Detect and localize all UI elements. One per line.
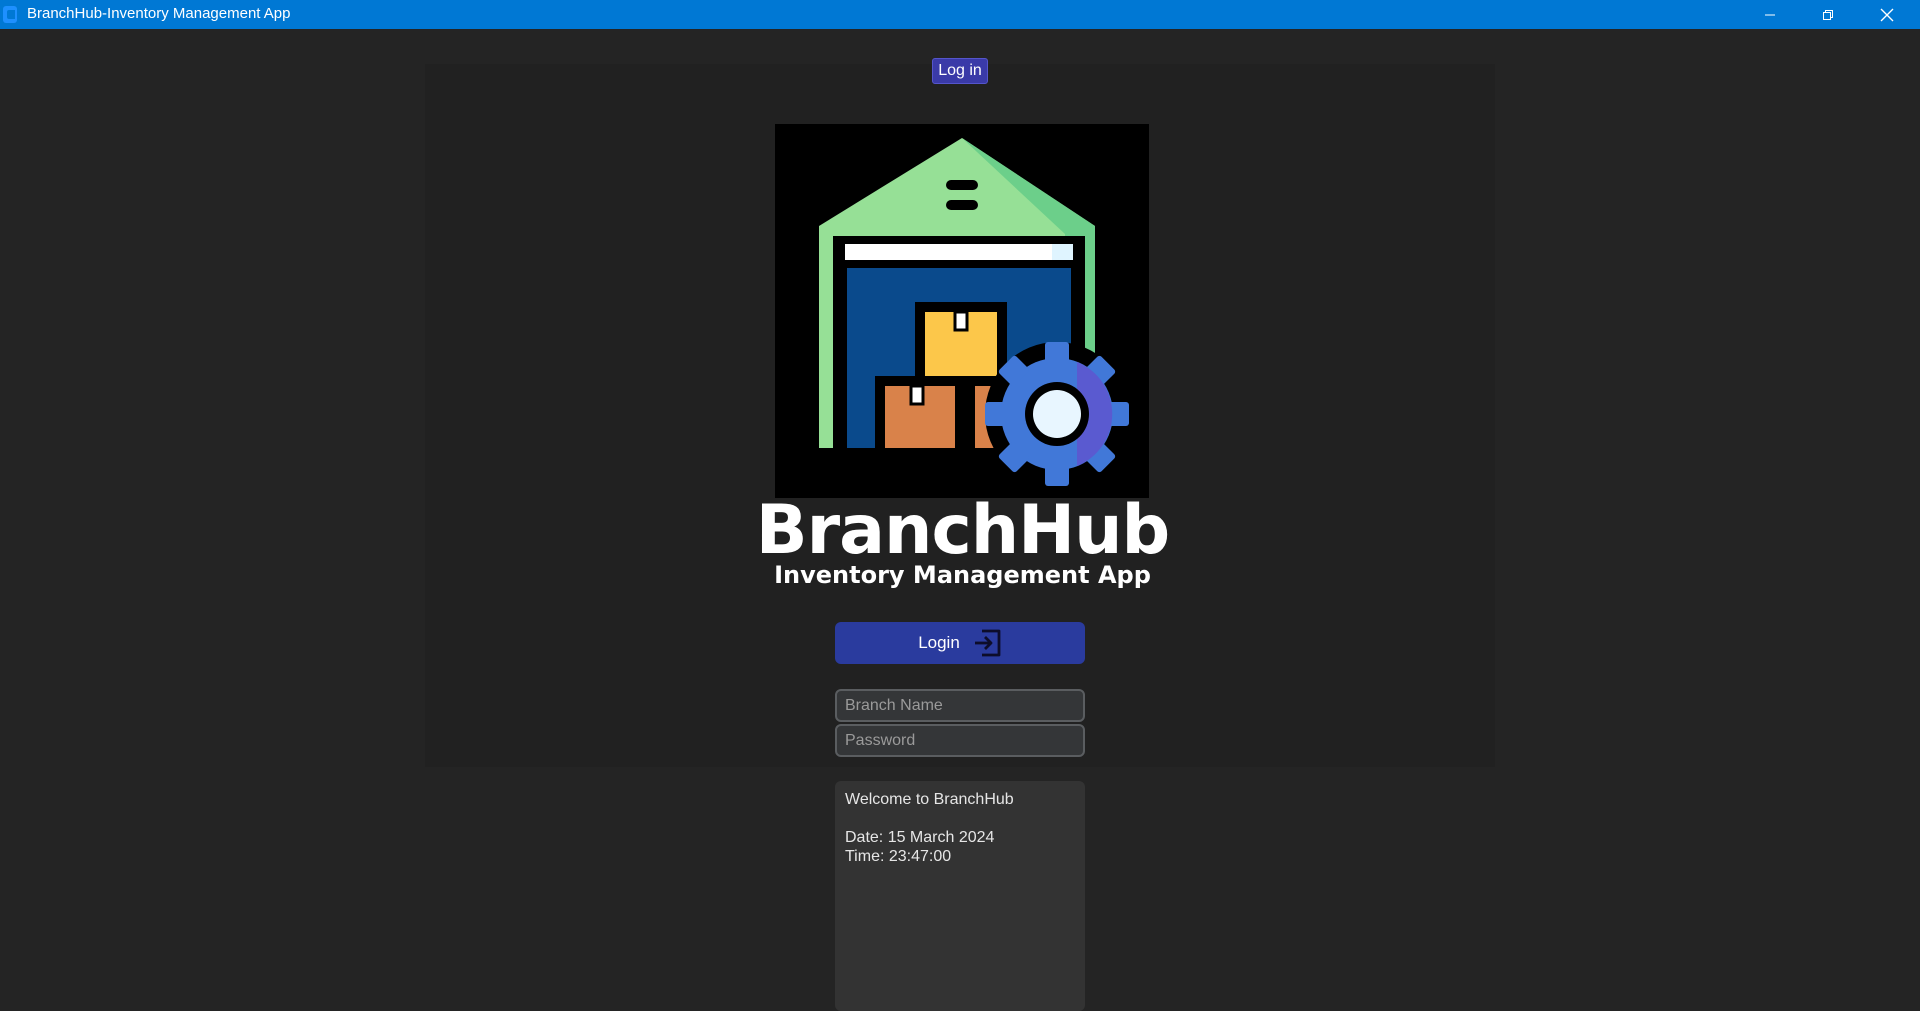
restore-icon [1823, 9, 1833, 20]
time-text: Time: 23:47:00 [845, 848, 952, 865]
app-icon [3, 6, 17, 23]
close-button[interactable] [1858, 0, 1916, 29]
login-arrow-icon [972, 628, 1002, 658]
tab-log-in[interactable]: Log in [932, 58, 988, 84]
close-icon [1880, 8, 1894, 21]
login-button-label: Login [918, 633, 960, 652]
info-textbox[interactable]: Welcome to BranchHub Date: 15 March 2024… [835, 781, 1085, 1011]
minimize-icon [1765, 14, 1775, 15]
welcome-text: Welcome to BranchHub [845, 791, 1014, 808]
restore-button[interactable] [1799, 0, 1857, 29]
window-title: BranchHub-Inventory Management App [27, 5, 291, 22]
brand-subtitle: Inventory Management App [774, 561, 1151, 589]
date-text: Date: 15 March 2024 [845, 829, 995, 846]
minimize-button[interactable] [1741, 0, 1799, 29]
window-titlebar[interactable]: BranchHub-Inventory Management App [0, 0, 1920, 29]
warehouse-gear-logo [775, 124, 1149, 498]
login-button[interactable]: Login [835, 622, 1085, 664]
password-input[interactable] [835, 724, 1085, 757]
branch-name-input[interactable] [835, 689, 1085, 722]
